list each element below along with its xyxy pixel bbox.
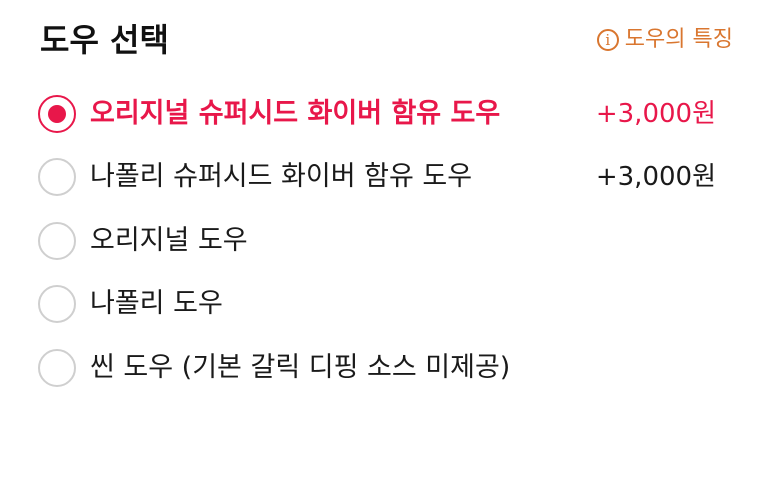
option-price: +3,000원 [595, 98, 716, 129]
dough-features-label: 도우의 특징 [624, 27, 733, 52]
dough-option[interactable]: 나폴리 도우 [38, 273, 738, 337]
section-title: 도우 선택 [40, 21, 169, 59]
radio-button[interactable] [38, 348, 76, 387]
dough-option[interactable]: 오리지널 슈퍼시드 화이버 함유 도우 +3,000원 [38, 82, 738, 146]
option-label: 오리지널 슈퍼시드 화이버 함유 도우 [90, 97, 501, 129]
info-icon: i [596, 29, 619, 51]
dough-features-link[interactable]: i 도우의 특징 [596, 26, 733, 54]
radio-button[interactable] [38, 221, 76, 260]
section-header: 도우 선택 i 도우의 특징 [40, 18, 733, 62]
radio-button[interactable] [38, 285, 76, 324]
dough-option[interactable]: 나폴리 슈퍼시드 화이버 함유 도우 +3,000원 [38, 146, 738, 210]
option-label: 나폴리 도우 [90, 288, 223, 320]
option-label: 오리지널 도우 [90, 224, 248, 256]
option-price: +3,000원 [595, 162, 716, 193]
option-label: 씬 도우 (기본 갈릭 디핑 소스 미제공) [90, 351, 511, 383]
radio-button[interactable] [38, 158, 76, 197]
dough-selection-panel: 도우 선택 i 도우의 특징 오리지널 슈퍼시드 화이버 함유 도우 +3,00… [0, 0, 773, 481]
radio-button[interactable] [38, 94, 76, 133]
radio-selected-dot [48, 104, 66, 123]
dough-option[interactable]: 오리지널 도우 [38, 209, 738, 273]
dough-options-list: 오리지널 슈퍼시드 화이버 함유 도우 +3,000원 나폴리 슈퍼시드 화이버… [38, 82, 738, 400]
dough-option[interactable]: 씬 도우 (기본 갈릭 디핑 소스 미제공) [38, 336, 738, 400]
option-label: 나폴리 슈퍼시드 화이버 함유 도우 [90, 161, 473, 193]
